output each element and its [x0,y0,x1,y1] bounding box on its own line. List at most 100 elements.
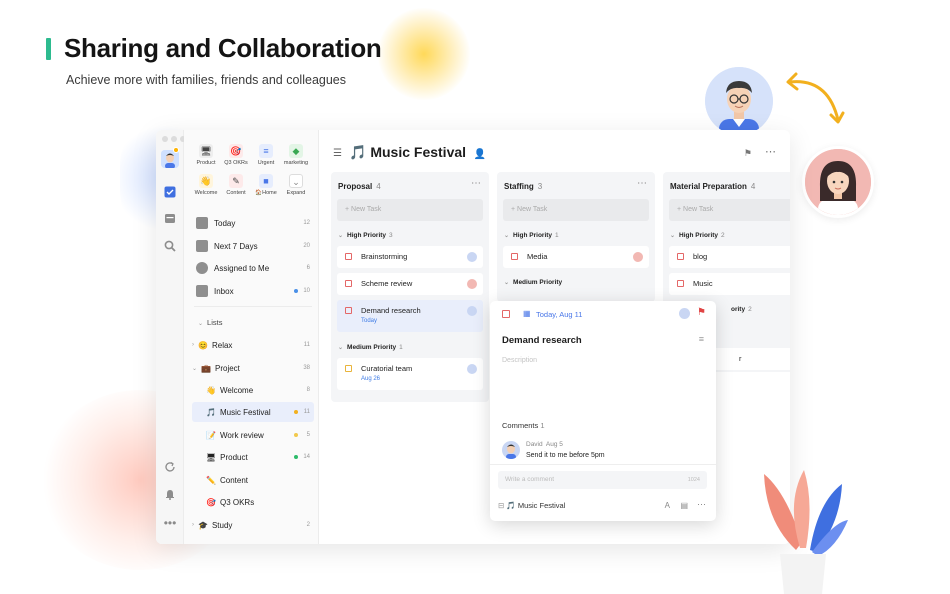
chevron-down-icon: ⌄ [670,233,676,239]
new-task-input[interactable]: + New Task [669,199,790,221]
list-content[interactable]: ✏️ Content [192,470,314,490]
group-high-priority[interactable]: ⌄ High Priority 3 [338,232,393,239]
search-icon[interactable] [163,240,177,254]
quick-expand[interactable]: ⌄ Expand [280,174,312,196]
quick-product[interactable]: 🖥 Product [190,144,222,166]
more-options-icon[interactable]: ⋯ [765,145,776,158]
calendar-icon[interactable] [163,212,177,226]
calendar-week-icon [196,240,208,252]
list-relax[interactable]: › 😊 Relax 11 [192,335,314,355]
quick-home[interactable]: ■ 🏠Home [250,174,282,196]
list-music-festival[interactable]: 🎵 Music Festival 11 [192,402,314,422]
share-user-icon[interactable]: 👤 [474,149,486,160]
comment-author-avatar [502,441,520,459]
list-project[interactable]: ⌄ 💼 Project 38 [192,358,314,378]
description-field[interactable]: Description [502,357,537,364]
checkbox-tasks-icon[interactable] [163,186,177,200]
list-product[interactable]: 🖥 Product 14 [192,447,314,467]
quick-marketing[interactable]: ◆ marketing [280,144,312,166]
calendar-icon: ▦ [523,309,531,318]
comment-input[interactable]: Write a comment 1024 [498,471,707,489]
task-card[interactable]: blog [669,246,790,268]
window-minimize-button[interactable] [171,136,177,142]
new-task-input[interactable]: + New Task [503,199,649,221]
quick-content[interactable]: ✎ Content [220,174,252,196]
task-card[interactable]: Scheme review [337,273,483,295]
assignee-avatar [467,252,477,262]
notification-dot [173,147,179,153]
task-checkbox[interactable] [345,307,352,314]
task-card[interactable]: Brainstorming [337,246,483,268]
task-checkbox[interactable] [511,253,518,260]
task-card[interactable]: Media [503,246,649,268]
collaborator-avatar-woman [802,146,874,218]
target-icon: 🎯 [206,497,216,507]
chevron-down-icon: ⌄ [338,233,344,239]
text-format-icon[interactable]: ≡ [699,334,704,344]
wave-icon: 👋 [199,174,213,188]
list-work-review[interactable]: 📝 Work review 5 [192,425,314,445]
smart-list-next-7-days[interactable]: Next 7 Days 20 [192,236,314,256]
move-to-icon: ⊟ [498,501,505,510]
detail-date[interactable]: Today, Aug 11 [536,310,582,319]
more-options-icon[interactable]: ⋯ [697,499,706,510]
quick-q3-okrs[interactable]: 🎯 Q3 OKRs [220,144,252,166]
hero-accent-bar [46,38,51,60]
detail-checkbox[interactable] [502,310,510,318]
target-icon: 🎯 [229,144,243,158]
list-color-dot [294,455,298,459]
calendar-day-icon [196,217,208,229]
quick-welcome[interactable]: 👋 Welcome [190,174,222,196]
detail-list-picker[interactable]: ⊟ 🎵 Music Festival [498,501,565,510]
assignee-avatar [467,364,477,374]
assignee-avatar[interactable] [679,308,690,319]
music-note-icon: 🎵 [206,407,216,417]
list-study[interactable]: › 🎓 Study 2 [192,515,314,535]
task-checkbox[interactable] [345,280,352,287]
task-checkbox[interactable] [677,253,684,260]
task-card[interactable]: Curatorial team Aug 26 [337,358,483,390]
graduation-cap-icon: 🎓 [198,520,208,530]
sidebar: 🖥 Product 🎯 Q3 OKRs ≡ Urgent ◆ marketing… [184,130,319,544]
chevron-right-icon: › [192,522,194,528]
bell-icon[interactable] [163,488,177,502]
task-card[interactable]: Music [669,273,790,295]
task-checkbox[interactable] [677,280,684,287]
task-checkbox[interactable] [345,253,352,260]
sync-icon[interactable] [163,461,177,475]
column-more-icon[interactable]: ⋯ [637,178,647,189]
group-medium-priority[interactable]: ⌄ Medium Priority [504,279,562,286]
smart-list-assigned[interactable]: Assigned to Me 6 [192,258,314,278]
group-high-priority[interactable]: ⌄ High Priority 2 [670,232,725,239]
priority-flag-icon[interactable]: ⚑ [697,307,706,318]
assignee-avatar [633,252,643,262]
column-header: Material Preparation 4 [670,182,756,191]
group-high-priority[interactable]: ⌄ High Priority 1 [504,232,559,239]
smile-icon: 😊 [198,340,208,350]
list-q3-okrs[interactable]: 🎯 Q3 OKRs [192,492,314,512]
list-welcome[interactable]: 👋 Welcome 8 [192,380,314,400]
smart-list-today[interactable]: Today 12 [192,213,314,233]
text-style-icon[interactable]: A [665,501,670,510]
pencil-icon: ✏️ [206,475,216,485]
quick-urgent[interactable]: ≡ Urgent [250,144,282,166]
group-medium-priority[interactable]: ority 2 [731,306,752,313]
window-close-button[interactable] [162,136,168,142]
more-icon[interactable]: ••• [163,516,177,530]
chevron-down-icon: ⌄ [289,174,303,188]
chevron-down-icon: ⌄ [192,365,198,372]
clipboard-icon: 📝 [206,430,216,440]
menu-toggle-icon[interactable]: ☰ [333,148,342,159]
group-medium-priority[interactable]: ⌄ Medium Priority 1 [338,344,403,351]
detail-title[interactable]: Demand research [502,335,582,346]
collaborator-avatar-man [705,67,773,135]
column-more-icon[interactable]: ⋯ [471,178,481,189]
flag-icon[interactable]: ⚑ [744,148,752,159]
task-checkbox[interactable] [345,365,352,372]
lists-header[interactable]: ⌄ Lists [198,318,222,327]
comment-icon[interactable]: ▤ [680,501,688,510]
smart-list-inbox[interactable]: Inbox 10 [192,281,314,301]
comment-meta: David Aug 5 [526,441,563,448]
task-card-selected[interactable]: Demand research Today [337,300,483,332]
new-task-input[interactable]: + New Task [337,199,483,221]
